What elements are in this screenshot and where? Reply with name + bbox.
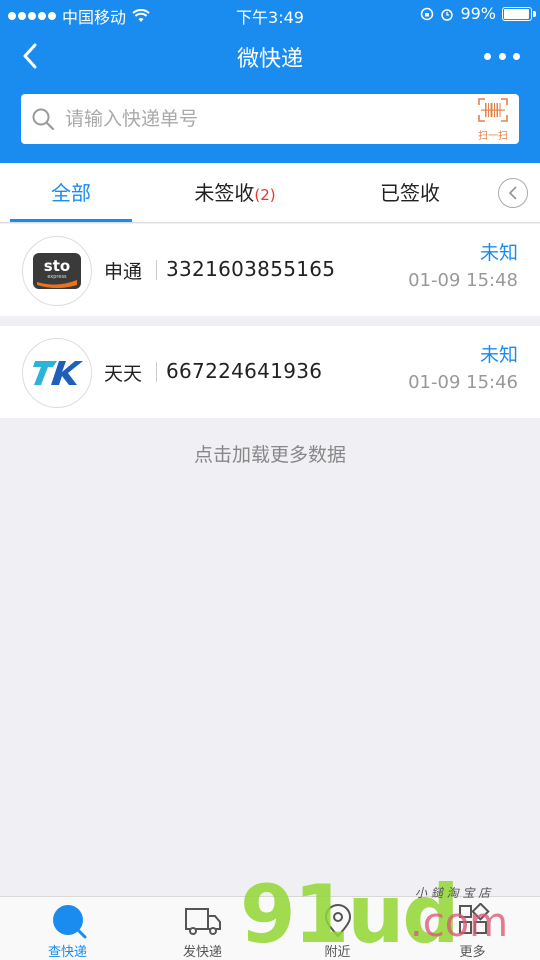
divider <box>156 260 157 280</box>
truck-icon <box>185 908 221 935</box>
shipment-item[interactable]: sto express 申通 3321603855165 未知 01-09 15… <box>0 224 540 316</box>
tracking-number: 3321603855165 <box>166 257 336 281</box>
alarm-icon <box>441 8 454 21</box>
carrier-name: 申通 <box>104 261 143 283</box>
bottom-tab-label: 更多 <box>459 945 486 960</box>
filter-tabs: 全部 未签收(2) 已签收 <box>0 163 540 223</box>
tab-unsigned-label: 未签收 <box>194 181 255 205</box>
page-title: 微快递 <box>236 47 303 72</box>
grid-icon <box>459 903 490 934</box>
divider <box>156 362 157 382</box>
chevron-left-icon <box>508 186 517 200</box>
tab-signed[interactable]: 已签收 <box>340 163 480 223</box>
shipment-status: 未知 <box>479 242 518 264</box>
header: 中国移动 下午3:49 99% 微快递 请输入快递单号 扫一扫 <box>0 0 540 163</box>
search-icon <box>32 108 55 131</box>
navbar: 微快递 <box>0 28 540 84</box>
location-icon <box>324 904 352 938</box>
bottom-tab-bar: 查快递 发快递 附近 更多 <box>0 896 540 960</box>
shipment-time: 01-09 15:46 <box>408 372 518 393</box>
scan-label: 扫一扫 <box>478 131 508 142</box>
tracking-number-input[interactable] <box>65 104 465 134</box>
tab-all[interactable]: 全部 <box>10 163 132 223</box>
bottom-tab-track[interactable]: 查快递 <box>0 897 135 960</box>
carrier-name: 天天 <box>104 363 143 385</box>
tiantian-express-logo <box>22 338 92 408</box>
tab-scroll-button[interactable] <box>498 178 528 208</box>
tracking-number: 667224641936 <box>166 359 323 383</box>
svg-text:express: express <box>47 274 67 280</box>
scan-button[interactable]: 扫一扫 <box>473 98 513 142</box>
status-bar: 中国移动 下午3:49 99% <box>0 0 540 28</box>
search-bar: 扫一扫 <box>21 94 519 144</box>
unsigned-count-badge: (2) <box>254 186 276 204</box>
rotation-lock-icon <box>421 7 434 20</box>
bottom-tab-label: 查快递 <box>47 945 87 960</box>
tab-unsigned[interactable]: 未签收(2) <box>150 163 320 223</box>
barcode-scan-icon <box>478 98 508 122</box>
battery-percent: 99% <box>460 4 496 23</box>
bottom-tab-send[interactable]: 发快递 <box>135 897 270 960</box>
bottom-tab-label: 发快递 <box>182 945 222 960</box>
bottom-tab-more[interactable]: 更多 <box>405 897 540 960</box>
shipment-time: 01-09 15:48 <box>408 270 518 291</box>
load-more-button[interactable]: 点击加载更多数据 <box>0 440 540 467</box>
more-menu-button[interactable] <box>484 44 520 68</box>
status-bar-right: 99% <box>420 4 536 23</box>
bottom-tab-label: 附近 <box>324 945 351 960</box>
svg-text:sto: sto <box>44 257 70 275</box>
shipment-status: 未知 <box>479 344 518 366</box>
bottom-tab-nearby[interactable]: 附近 <box>270 897 405 960</box>
shipment-item[interactable]: 天天 667224641936 未知 01-09 15:46 <box>0 326 540 418</box>
active-tab-indicator <box>10 219 132 222</box>
search-circle-icon <box>53 905 87 939</box>
sto-express-logo: sto express <box>22 236 92 306</box>
battery-icon <box>502 6 536 21</box>
